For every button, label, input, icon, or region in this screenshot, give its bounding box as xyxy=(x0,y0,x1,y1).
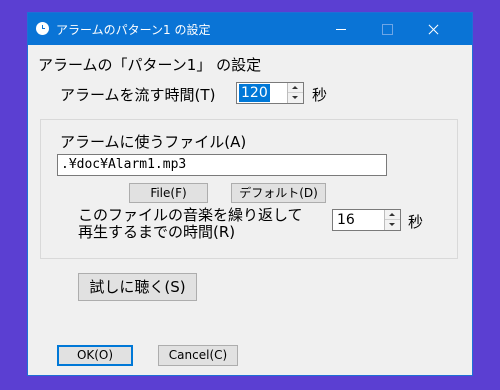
file-path-input[interactable]: .¥doc¥Alarm1.mp3 xyxy=(57,154,387,176)
spin-up-icon[interactable] xyxy=(385,210,400,220)
test-play-button[interactable]: 試しに聴く(S) xyxy=(78,273,197,301)
cancel-button[interactable]: Cancel(C) xyxy=(158,345,238,366)
repeat-spinbox[interactable]: 16 xyxy=(332,209,401,231)
file-label: アラームに使うファイル(A) xyxy=(60,133,247,151)
repeat-label-line1: このファイルの音楽を繰り返して xyxy=(78,206,303,224)
repeat-label-line2: 再生するまでの時間(R) xyxy=(78,223,236,241)
title-bar[interactable]: アラームのパターン1 の設定 xyxy=(28,13,472,45)
repeat-spin-buttons[interactable] xyxy=(384,210,400,230)
minimize-icon[interactable] xyxy=(318,13,364,45)
clock-icon xyxy=(36,22,49,35)
spin-down-icon[interactable] xyxy=(385,220,400,230)
duration-unit: 秒 xyxy=(312,86,328,104)
spin-up-icon[interactable] xyxy=(288,83,303,93)
window-title: アラームのパターン1 の設定 xyxy=(56,23,211,37)
repeat-value[interactable]: 16 xyxy=(335,211,357,229)
duration-value[interactable]: 120 xyxy=(239,84,270,102)
repeat-label: このファイルの音楽を繰り返して 再生するまでの時間(R) xyxy=(78,207,303,241)
ok-button[interactable]: OK(O) xyxy=(57,345,133,366)
duration-spinbox[interactable]: 120 xyxy=(236,82,304,104)
alarm-pattern-dialog: アラームのパターン1 の設定 アラームの「パターン1」 の設定 アラームを流す時… xyxy=(27,12,473,376)
repeat-unit: 秒 xyxy=(408,213,424,231)
maximize-icon[interactable] xyxy=(364,13,410,45)
duration-label: アラームを流す時間(T) xyxy=(60,86,216,104)
spin-down-icon[interactable] xyxy=(288,93,303,103)
close-icon[interactable] xyxy=(410,13,456,45)
default-button[interactable]: デフォルト(D) xyxy=(231,183,326,203)
file-button[interactable]: File(F) xyxy=(129,183,208,203)
duration-spin-buttons[interactable] xyxy=(287,83,303,103)
dialog-heading: アラームの「パターン1」 の設定 xyxy=(38,56,262,74)
